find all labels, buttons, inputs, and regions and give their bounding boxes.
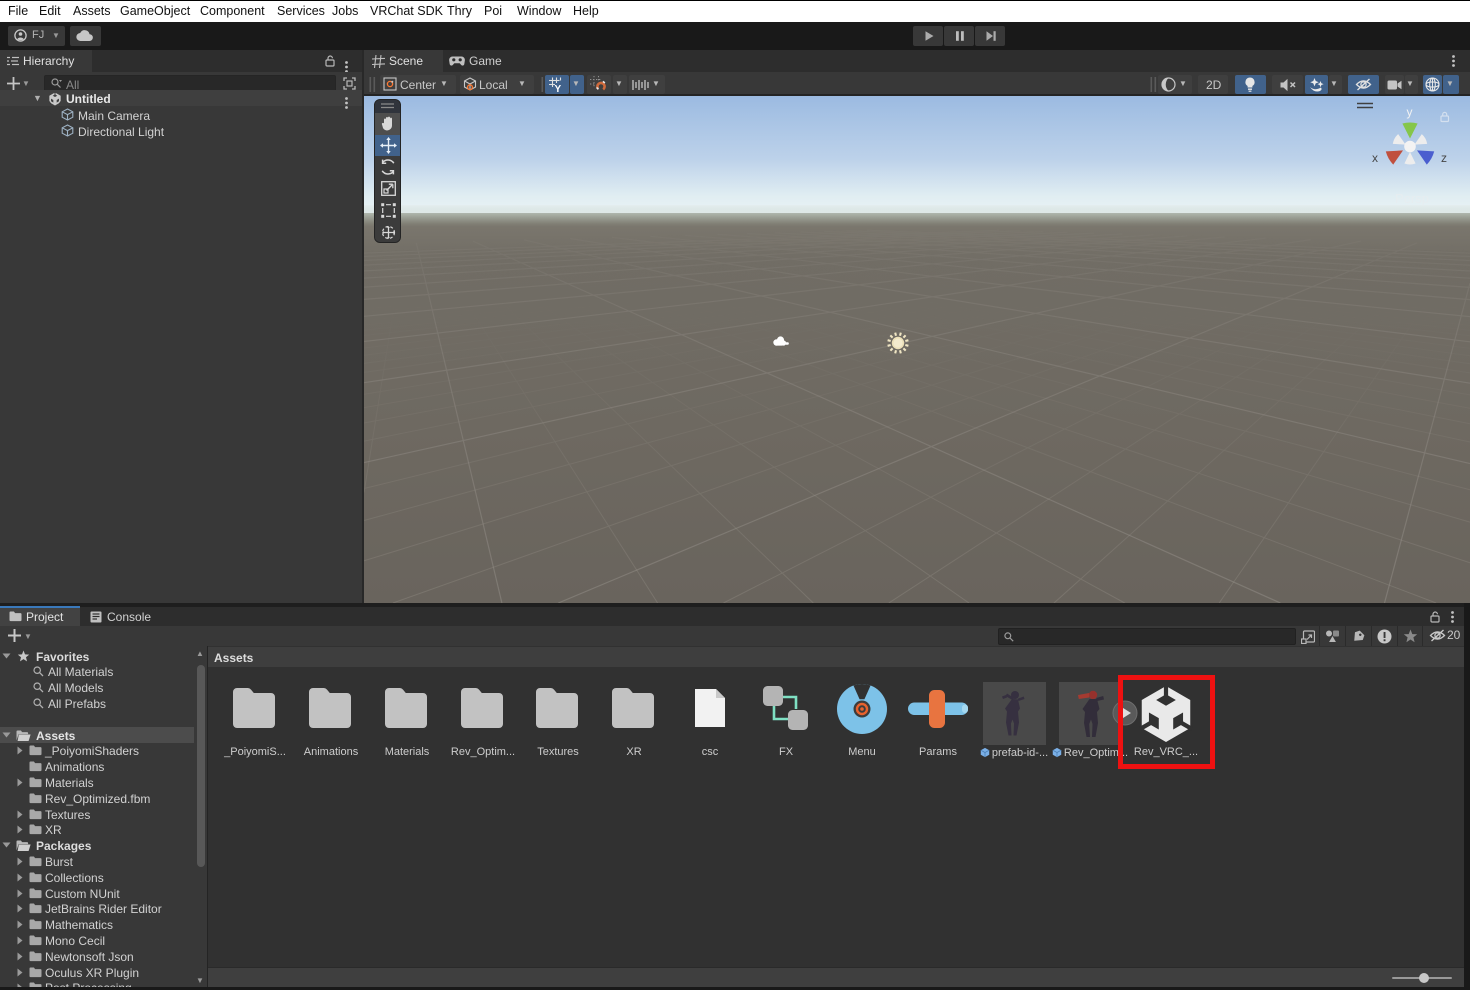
svg-text:y: y xyxy=(1407,105,1413,119)
svg-text:x: x xyxy=(1372,151,1378,165)
svg-text:Y: Y xyxy=(555,84,562,93)
svg-text:Persp: Persp xyxy=(1395,191,1429,206)
svg-text:z: z xyxy=(1441,151,1447,165)
